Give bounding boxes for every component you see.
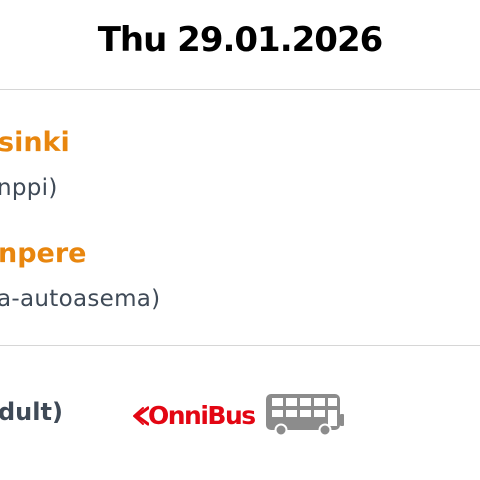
double-decker-bus-icon bbox=[266, 394, 344, 436]
operator-logo: OnniBus bbox=[133, 401, 256, 431]
destination-station: a-autoasema) bbox=[0, 286, 161, 312]
origin-city: sinki bbox=[0, 127, 70, 158]
trip-date-heading: Thu 29.01.2026 bbox=[97, 20, 384, 60]
logo-swoosh-icon bbox=[133, 406, 149, 426]
operator-name: OnniBus bbox=[148, 401, 256, 430]
destination-city: npere bbox=[0, 238, 87, 269]
origin-station: nppi) bbox=[0, 175, 58, 201]
passenger-fare-type: dult) bbox=[0, 398, 63, 426]
header-divider bbox=[0, 89, 480, 90]
route-divider bbox=[0, 345, 480, 346]
